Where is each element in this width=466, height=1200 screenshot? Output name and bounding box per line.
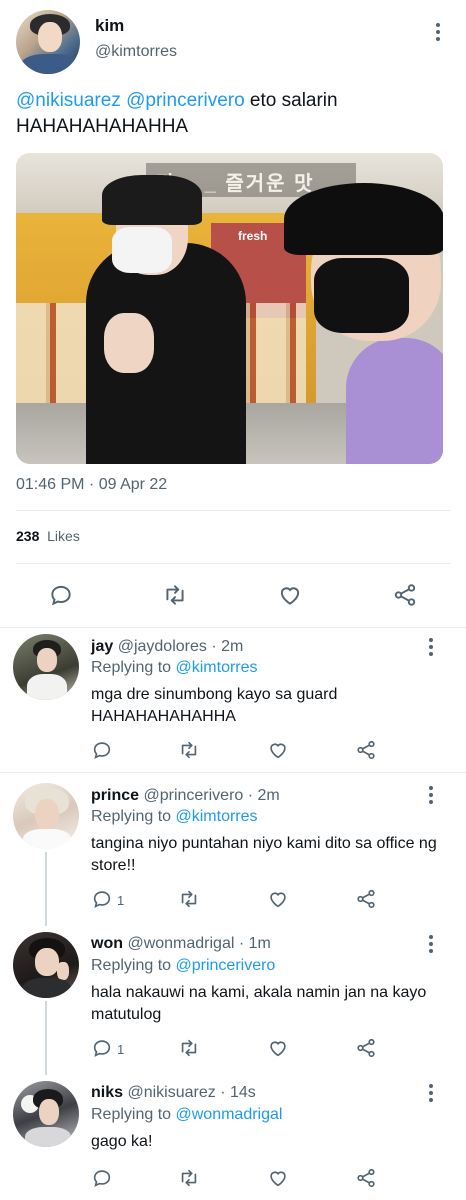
- like-icon[interactable]: [264, 885, 292, 913]
- likes-count[interactable]: 238 Likes: [16, 528, 80, 544]
- reply-text: hala nakauwi na kami, akala namin jan na…: [91, 984, 427, 1023]
- reply-header: prince @princerivero · 2m: [91, 787, 280, 805]
- tweet-text: @nikisuarez @princerivero eto salarin HA…: [16, 88, 446, 140]
- reply-count: 1: [117, 893, 125, 908]
- more-icon[interactable]: [421, 1083, 441, 1103]
- reply-icon[interactable]: [88, 736, 116, 764]
- reply-author-name[interactable]: niks: [91, 1084, 123, 1101]
- like-icon[interactable]: [264, 1164, 292, 1192]
- replying-label: Replying to: [91, 808, 172, 825]
- reply-time: · 2m: [211, 638, 244, 655]
- tweet-text-rest: eto salarin: [244, 90, 338, 111]
- like-icon[interactable]: [276, 581, 304, 609]
- reply-text: gago ka!: [91, 1133, 153, 1150]
- reply-avatar[interactable]: [13, 783, 79, 849]
- replying-to: Replying to @kimtorres: [91, 659, 258, 677]
- tweet-timestamp: 01:46 PM · 09 Apr 22: [16, 476, 168, 493]
- mention-link[interactable]: @nikisuarez: [16, 90, 121, 111]
- more-icon[interactable]: [428, 22, 448, 42]
- photo-sticker-text: fresh: [238, 229, 268, 243]
- replying-to: Replying to @princerivero: [91, 957, 275, 975]
- more-icon[interactable]: [421, 785, 441, 805]
- reply-author-name[interactable]: jay: [91, 638, 113, 655]
- share-icon[interactable]: [352, 1034, 380, 1062]
- replying-label: Replying to: [91, 659, 172, 676]
- divider: [16, 563, 450, 564]
- reply-icon[interactable]: [47, 581, 75, 609]
- reply-author-name[interactable]: won: [91, 935, 123, 952]
- reply-author-handle[interactable]: @jaydolores: [118, 638, 207, 655]
- tweet-text-line2: HAHAHAHAHAHHA: [16, 116, 189, 137]
- reply-header: won @wonmadrigal · 1m: [91, 935, 271, 953]
- more-icon[interactable]: [421, 637, 441, 657]
- retweet-icon[interactable]: [175, 1164, 203, 1192]
- replying-to: Replying to @kimtorres: [91, 808, 258, 826]
- author-handle[interactable]: @kimtorres: [95, 43, 177, 61]
- reply-icon[interactable]: [88, 885, 116, 913]
- retweet-icon[interactable]: [161, 581, 189, 609]
- reply-text: mga dre sinumbong kayo sa guard HAHAHAHA…: [91, 686, 338, 725]
- likes-number: 238: [16, 528, 40, 544]
- reply-header: jay @jaydolores · 2m: [91, 638, 243, 656]
- mention-link[interactable]: @wonmadrigal: [176, 1106, 283, 1123]
- retweet-icon[interactable]: [175, 1034, 203, 1062]
- reply-author-name[interactable]: prince: [91, 787, 139, 804]
- reply-avatar[interactable]: [13, 932, 79, 998]
- share-icon[interactable]: [391, 581, 419, 609]
- mention-link[interactable]: @kimtorres: [176, 808, 258, 825]
- reply-count: 1: [117, 1042, 125, 1057]
- reply-avatar[interactable]: [13, 1081, 79, 1147]
- reply-author-handle[interactable]: @wonmadrigal: [127, 935, 234, 952]
- replying-label: Replying to: [91, 957, 172, 974]
- divider: [0, 772, 466, 773]
- reply-time: · 1m: [238, 935, 271, 952]
- divider: [0, 627, 466, 628]
- reply-author-handle[interactable]: @nikisuarez: [127, 1084, 215, 1101]
- share-icon[interactable]: [352, 1164, 380, 1192]
- reply-icon[interactable]: [88, 1164, 116, 1192]
- thread-line: [45, 1001, 47, 1075]
- retweet-icon[interactable]: [175, 885, 203, 913]
- thread-line: [45, 852, 47, 926]
- retweet-icon[interactable]: [175, 736, 203, 764]
- reply-time: · 2m: [247, 787, 280, 804]
- likes-label: Likes: [47, 528, 80, 544]
- mention-link[interactable]: @princerivero: [176, 957, 276, 974]
- reply-icon[interactable]: [88, 1034, 116, 1062]
- main-tweet: kim @kimtorres @nikisuarez @princerivero…: [0, 0, 466, 627]
- mention-link[interactable]: @princerivero: [126, 90, 245, 111]
- divider: [16, 510, 450, 511]
- share-icon[interactable]: [352, 885, 380, 913]
- like-icon[interactable]: [264, 1034, 292, 1062]
- more-icon[interactable]: [421, 934, 441, 954]
- reply-time: · 14s: [220, 1084, 256, 1101]
- reply-author-handle[interactable]: @princerivero: [143, 787, 243, 804]
- tweet-photo[interactable]: 다 _ _ 즐거운 맛 fresh: [16, 153, 443, 464]
- reply-header: niks @nikisuarez · 14s: [91, 1084, 256, 1102]
- replying-label: Replying to: [91, 1106, 172, 1123]
- share-icon[interactable]: [352, 736, 380, 764]
- author-avatar[interactable]: [16, 10, 80, 74]
- replying-to: Replying to @wonmadrigal: [91, 1106, 282, 1124]
- author-name[interactable]: kim: [95, 16, 124, 36]
- like-icon[interactable]: [264, 736, 292, 764]
- reply-avatar[interactable]: [13, 634, 79, 700]
- mention-link[interactable]: @kimtorres: [176, 659, 258, 676]
- reply-text: tangina niyo puntahan niyo kami dito sa …: [91, 835, 437, 874]
